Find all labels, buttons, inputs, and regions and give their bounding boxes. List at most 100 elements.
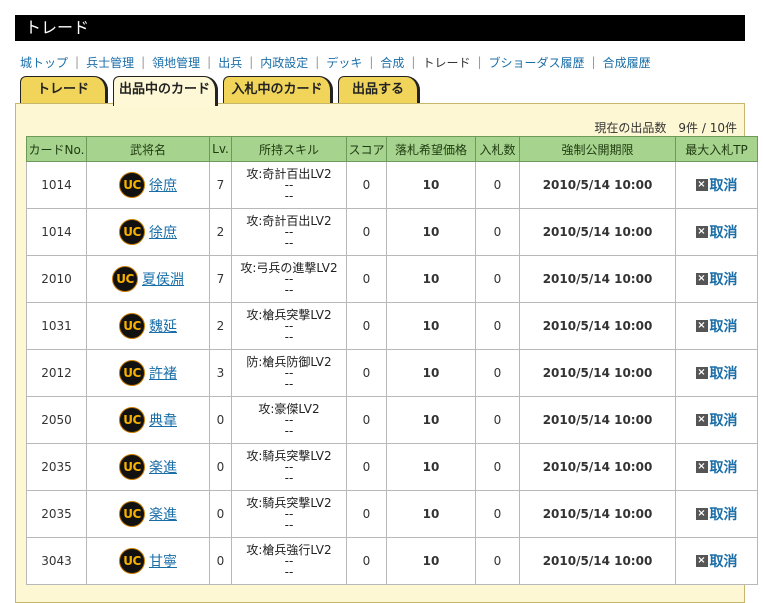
uc-rarity-icon: UC <box>119 313 145 339</box>
nav-separator: | <box>249 55 254 69</box>
nav-item[interactable]: 領地管理 <box>152 54 200 71</box>
cancel-button[interactable]: × 取消 <box>695 222 738 242</box>
deadline: 2010/5/14 10:00 <box>519 208 676 256</box>
skills: 攻:奇計百出LV2 -- -- <box>231 161 347 209</box>
score: 0 <box>346 255 387 303</box>
uc-rarity-icon: UC <box>119 360 145 386</box>
page-title: トレード <box>15 15 745 41</box>
general-name-link[interactable]: 魏延 <box>149 316 177 336</box>
nav-item[interactable]: 城トップ <box>20 54 68 71</box>
col-score: スコア <box>346 136 387 162</box>
tab-listed-cards[interactable]: 出品中のカード <box>113 76 218 106</box>
cancel-cell: × 取消 <box>675 161 758 209</box>
nav-item: トレード <box>422 55 471 70</box>
desired-price: 10 <box>386 443 476 491</box>
desired-price: 10 <box>386 490 476 538</box>
general-cell: UC 楽進 <box>86 443 210 491</box>
general-name-link[interactable]: 楽進 <box>149 457 177 477</box>
tab-bidding-cards[interactable]: 入札中のカード <box>223 76 333 103</box>
col-general-name: 武将名 <box>86 136 210 162</box>
nav-separator: | <box>207 55 212 69</box>
nav-separator: | <box>477 55 482 69</box>
cancel-button[interactable]: × 取消 <box>695 363 738 383</box>
skill-3: -- <box>284 376 294 391</box>
nav-item[interactable]: 出兵 <box>218 54 242 71</box>
cancel-button[interactable]: × 取消 <box>695 504 738 524</box>
general-name-link[interactable]: 徐庶 <box>149 222 177 242</box>
deadline: 2010/5/14 10:00 <box>519 490 676 538</box>
skills: 攻:豪傑LV2 -- -- <box>231 396 347 444</box>
table-row: 1031 UC 魏延 2 攻:槍兵突撃LV2 -- -- 0 10 0 2010/5/14 10:0… <box>26 302 758 350</box>
general-cell: UC 徐庶 <box>86 161 210 209</box>
cancel-label: 取消 <box>709 225 738 241</box>
deadline: 2010/5/14 10:00 <box>519 396 676 444</box>
uc-rarity-icon: UC <box>112 266 138 292</box>
bid-count: 0 <box>475 208 520 256</box>
bid-count: 0 <box>475 302 520 350</box>
card-no: 2035 <box>26 490 87 538</box>
cancel-button[interactable]: × 取消 <box>695 410 738 430</box>
tab-trade[interactable]: トレード <box>20 76 108 103</box>
cancel-button[interactable]: × 取消 <box>695 457 738 477</box>
desired-price: 10 <box>386 349 476 397</box>
close-icon: × <box>695 179 708 191</box>
uc-rarity-icon: UC <box>119 219 145 245</box>
desired-price: 10 <box>386 537 476 585</box>
card-no: 2035 <box>26 443 87 491</box>
cancel-button[interactable]: × 取消 <box>695 551 738 571</box>
col-bids: 入札数 <box>475 136 520 162</box>
general-name-link[interactable]: 徐庶 <box>149 175 177 195</box>
tab-list-card[interactable]: 出品する <box>338 76 420 103</box>
cancel-button[interactable]: × 取消 <box>695 316 738 336</box>
general-name-link[interactable]: 甘寧 <box>149 551 177 571</box>
skill-3: -- <box>284 329 294 344</box>
deadline: 2010/5/14 10:00 <box>519 302 676 350</box>
general-name-link[interactable]: 典韋 <box>149 410 177 430</box>
close-icon: × <box>695 273 708 285</box>
skill-3: -- <box>284 423 294 438</box>
level: 0 <box>209 396 232 444</box>
table-row: 2012 UC 許褚 3 防:槍兵防御LV2 -- -- 0 10 0 2010/5/14 10:0… <box>26 349 758 397</box>
general-name-link[interactable]: 楽進 <box>149 504 177 524</box>
general-cell: UC 甘寧 <box>86 537 210 585</box>
nav-item[interactable]: ブショーダス履歴 <box>489 54 585 71</box>
uc-rarity-icon: UC <box>119 172 145 198</box>
nav-item[interactable]: デッキ <box>326 54 362 71</box>
close-icon: × <box>695 555 708 567</box>
skills: 攻:騎兵突撃LV2 -- -- <box>231 490 347 538</box>
desired-price: 10 <box>386 161 476 209</box>
deadline: 2010/5/14 10:00 <box>519 255 676 303</box>
level: 7 <box>209 161 232 209</box>
cancel-label: 取消 <box>709 319 738 335</box>
close-icon: × <box>695 367 708 379</box>
general-cell: UC 夏侯淵 <box>86 255 210 303</box>
table-row: 2010 UC 夏侯淵 7 攻:弓兵の進撃LV2 -- -- 0 10 0 2010/5/14 10… <box>26 255 758 303</box>
nav-item[interactable]: 兵士管理 <box>86 54 134 71</box>
cancel-button[interactable]: × 取消 <box>695 269 738 289</box>
skills: 攻:弓兵の進撃LV2 -- -- <box>231 255 347 303</box>
general-name-link[interactable]: 夏侯淵 <box>142 269 184 289</box>
cancel-button[interactable]: × 取消 <box>695 175 738 195</box>
card-no: 1014 <box>26 161 87 209</box>
card-no: 2050 <box>26 396 87 444</box>
score: 0 <box>346 443 387 491</box>
uc-rarity-icon: UC <box>119 407 145 433</box>
cancel-cell: × 取消 <box>675 490 758 538</box>
desired-price: 10 <box>386 396 476 444</box>
cancel-label: 取消 <box>709 460 738 476</box>
skills: 攻:騎兵突撃LV2 -- -- <box>231 443 347 491</box>
skills: 攻:奇計百出LV2 -- -- <box>231 208 347 256</box>
level: 7 <box>209 255 232 303</box>
nav-item[interactable]: 合成 <box>380 54 404 71</box>
deadline: 2010/5/14 10:00 <box>519 349 676 397</box>
score: 0 <box>346 161 387 209</box>
close-icon: × <box>695 226 708 238</box>
bid-count: 0 <box>475 161 520 209</box>
nav-item[interactable]: 合成履歴 <box>603 54 651 71</box>
nav-item[interactable]: 内政設定 <box>260 54 308 71</box>
general-name-link[interactable]: 許褚 <box>149 363 177 383</box>
table-row: 2050 UC 典韋 0 攻:豪傑LV2 -- -- 0 10 0 2010/5/14 10:00 ×… <box>26 396 758 444</box>
nav-separator: | <box>141 55 146 69</box>
uc-rarity-icon: UC <box>119 548 145 574</box>
skill-3: -- <box>284 188 294 203</box>
